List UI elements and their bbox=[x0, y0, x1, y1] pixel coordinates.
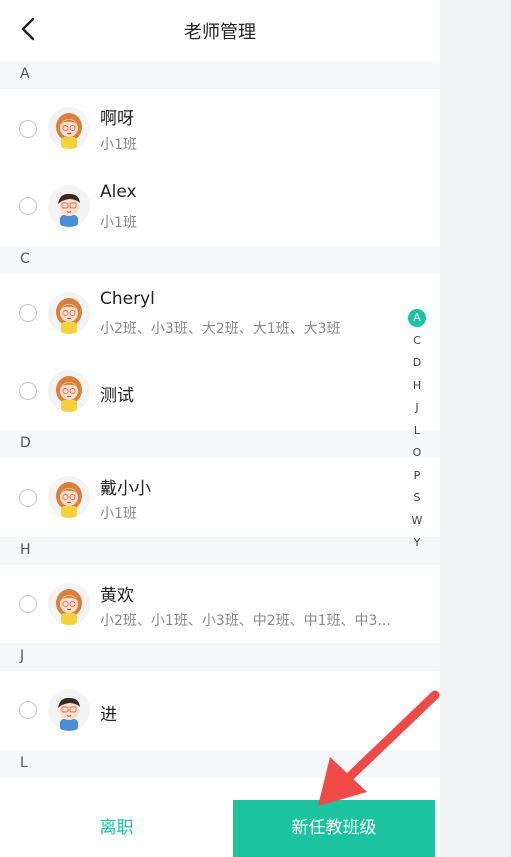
index-letter-w[interactable]: W bbox=[408, 512, 426, 530]
teacher-classes: 小1班 bbox=[100, 137, 137, 153]
section-header-d: D bbox=[0, 430, 440, 458]
select-radio[interactable] bbox=[19, 595, 37, 613]
teacher-classes: 小2班、小1班、小3班、中2班、中1班、中3... bbox=[100, 613, 391, 629]
female-teacher-icon bbox=[48, 583, 90, 625]
teacher-row[interactable]: 黄欢 小2班、小1班、小3班、中2班、中1班、中3... bbox=[0, 565, 440, 643]
teacher-classes: 小1班 bbox=[100, 215, 137, 231]
select-radio[interactable] bbox=[19, 382, 37, 400]
teacher-row[interactable]: 测试 bbox=[0, 352, 440, 430]
select-radio[interactable] bbox=[19, 120, 37, 138]
select-radio[interactable] bbox=[19, 489, 37, 507]
index-letter-s[interactable]: S bbox=[408, 489, 426, 507]
index-letter-l[interactable]: L bbox=[408, 422, 426, 440]
index-letter-o[interactable]: O bbox=[408, 444, 426, 462]
teacher-classes: 小2班、小3班、大2班、大1班、大3班 bbox=[100, 321, 341, 337]
male-teacher-icon bbox=[48, 689, 90, 731]
section-header-h: H bbox=[0, 537, 440, 565]
alphabet-index-bar[interactable]: A C D H J L O P S W Y bbox=[406, 309, 428, 557]
male-teacher-icon bbox=[48, 185, 90, 227]
female-teacher-icon bbox=[48, 292, 90, 334]
app-screen: 老师管理 A 啊呀 小1班 Alex 小1班 C Cheryl 小2班、小3班、… bbox=[0, 0, 440, 857]
index-letter-a[interactable]: A bbox=[408, 309, 426, 327]
index-letter-j[interactable]: J bbox=[408, 399, 426, 417]
teacher-row[interactable]: 戴小小 小1班 bbox=[0, 458, 440, 536]
page-title: 老师管理 bbox=[184, 22, 256, 43]
teacher-row[interactable]: Alex 小1班 bbox=[0, 167, 440, 245]
teacher-name: 戴小小 bbox=[100, 479, 151, 499]
teacher-name: 黄欢 bbox=[100, 586, 134, 606]
section-header-c: C bbox=[0, 246, 440, 274]
teacher-row[interactable]: Cheryl 小2班、小3班、大2班、大1班、大3班 bbox=[0, 274, 440, 352]
section-header-j: J bbox=[0, 643, 440, 671]
teacher-classes: 小1班 bbox=[100, 506, 137, 522]
index-letter-y[interactable]: Y bbox=[408, 534, 426, 552]
female-teacher-icon bbox=[48, 476, 90, 518]
teacher-name: 进 bbox=[100, 705, 117, 725]
teacher-name: 啊呀 bbox=[100, 109, 134, 129]
teacher-name: 测试 bbox=[100, 386, 134, 406]
teacher-name: Alex bbox=[100, 182, 137, 202]
teacher-row[interactable]: 啊呀 小1班 bbox=[0, 89, 440, 167]
bottom-action-bar: 离职 新任教班级 bbox=[0, 800, 440, 857]
section-header-a: A bbox=[0, 61, 440, 89]
select-radio[interactable] bbox=[19, 304, 37, 322]
index-letter-h[interactable]: H bbox=[408, 377, 426, 395]
female-teacher-icon bbox=[48, 370, 90, 412]
section-header-l: L bbox=[0, 750, 440, 778]
female-teacher-icon bbox=[48, 107, 90, 149]
index-letter-p[interactable]: P bbox=[408, 467, 426, 485]
new-teaching-class-button[interactable]: 新任教班级 bbox=[233, 800, 435, 857]
select-radio[interactable] bbox=[19, 197, 37, 215]
index-letter-c[interactable]: C bbox=[408, 332, 426, 350]
select-radio[interactable] bbox=[19, 701, 37, 719]
teacher-row[interactable]: 进 bbox=[0, 671, 440, 749]
teacher-name: Cheryl bbox=[100, 289, 155, 309]
index-letter-d[interactable]: D bbox=[408, 354, 426, 372]
leave-button[interactable]: 离职 bbox=[0, 800, 233, 857]
header: 老师管理 bbox=[0, 0, 440, 60]
